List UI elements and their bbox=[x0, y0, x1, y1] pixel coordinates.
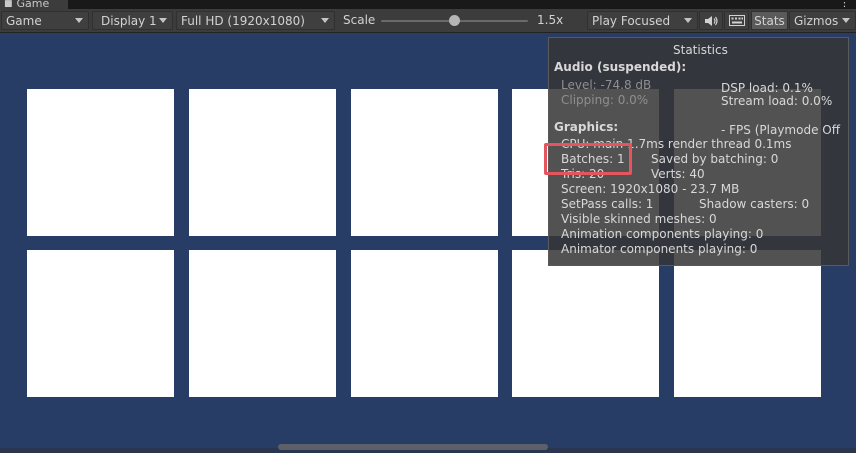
visible-skinned-meshes: Visible skinned meshes: 0 bbox=[561, 212, 717, 226]
horizontal-scrollbar[interactable] bbox=[278, 444, 548, 450]
view-type-dropdown[interactable]: Game bbox=[1, 11, 89, 30]
speaker-icon bbox=[705, 15, 718, 26]
play-mode-dropdown[interactable]: Play Focused bbox=[587, 11, 698, 30]
setpass-calls: SetPass calls: 1 bbox=[561, 197, 654, 211]
fps-readout: - FPS (Playmode Off bbox=[721, 123, 840, 137]
play-mode-label: Play Focused bbox=[592, 13, 671, 28]
batches-highlight-box bbox=[544, 143, 632, 175]
animation-components: Animation components playing: 0 bbox=[561, 227, 764, 241]
gamepad-icon: ■ bbox=[4, 0, 13, 9]
resolution-label: Full HD (1920x1080) bbox=[181, 13, 305, 28]
white-square bbox=[512, 250, 659, 397]
graphics-header: Graphics: bbox=[554, 120, 619, 134]
white-square bbox=[27, 89, 174, 236]
animator-components: Animator components playing: 0 bbox=[561, 242, 758, 256]
scale-slider-thumb[interactable] bbox=[449, 15, 460, 26]
scale-value: 1.5x bbox=[537, 13, 564, 27]
statistics-panel: Statistics Audio (suspended): Level: -74… bbox=[544, 37, 849, 266]
chevron-down-icon bbox=[684, 18, 692, 23]
white-square bbox=[351, 250, 498, 397]
white-square bbox=[189, 89, 336, 236]
saved-by-batching: Saved by batching: 0 bbox=[651, 152, 779, 166]
gizmos-label: Gizmos bbox=[794, 13, 839, 28]
keyboard-icon bbox=[728, 15, 745, 26]
audio-header: Audio (suspended): bbox=[554, 60, 687, 74]
statistics-title: Statistics bbox=[673, 43, 728, 57]
game-view-toolbar: Game Display 1 Full HD (1920x1080) Scale… bbox=[0, 9, 856, 33]
white-square bbox=[189, 250, 336, 397]
chevron-down-icon bbox=[842, 18, 850, 23]
gizmos-dropdown[interactable]: Gizmos bbox=[789, 11, 856, 30]
chevron-down-icon bbox=[321, 18, 329, 23]
kebab-menu-icon[interactable]: ⋮ bbox=[839, 0, 850, 8]
stats-toggle-button[interactable]: Stats bbox=[751, 11, 788, 30]
display-label: Display 1 bbox=[101, 13, 157, 28]
game-tab[interactable]: ■ Game bbox=[0, 0, 68, 10]
white-square bbox=[674, 250, 821, 397]
white-square bbox=[27, 250, 174, 397]
chevron-down-icon bbox=[159, 18, 167, 23]
view-type-label: Game bbox=[6, 13, 42, 28]
resolution-dropdown[interactable]: Full HD (1920x1080) bbox=[176, 11, 335, 30]
audio-level: Level: -74.8 dB bbox=[561, 78, 652, 92]
chevron-down-icon bbox=[75, 18, 83, 23]
white-square bbox=[351, 89, 498, 236]
scale-label: Scale bbox=[343, 13, 376, 27]
shortcuts-button[interactable] bbox=[724, 11, 749, 30]
tab-strip: ■ Game ⋮ bbox=[0, 0, 856, 10]
stream-load: Stream load: 0.0% bbox=[721, 94, 833, 108]
verts-count: Verts: 40 bbox=[651, 167, 705, 181]
audio-clipping: Clipping: 0.0% bbox=[561, 93, 649, 107]
display-dropdown[interactable]: Display 1 bbox=[92, 11, 173, 30]
shadow-casters: Shadow casters: 0 bbox=[699, 197, 810, 211]
mute-audio-button[interactable] bbox=[699, 11, 723, 30]
stats-toggle-label: Stats bbox=[754, 13, 785, 28]
screen-info: Screen: 1920x1080 - 23.7 MB bbox=[561, 182, 740, 196]
dsp-load: DSP load: 0.1% bbox=[721, 81, 813, 95]
